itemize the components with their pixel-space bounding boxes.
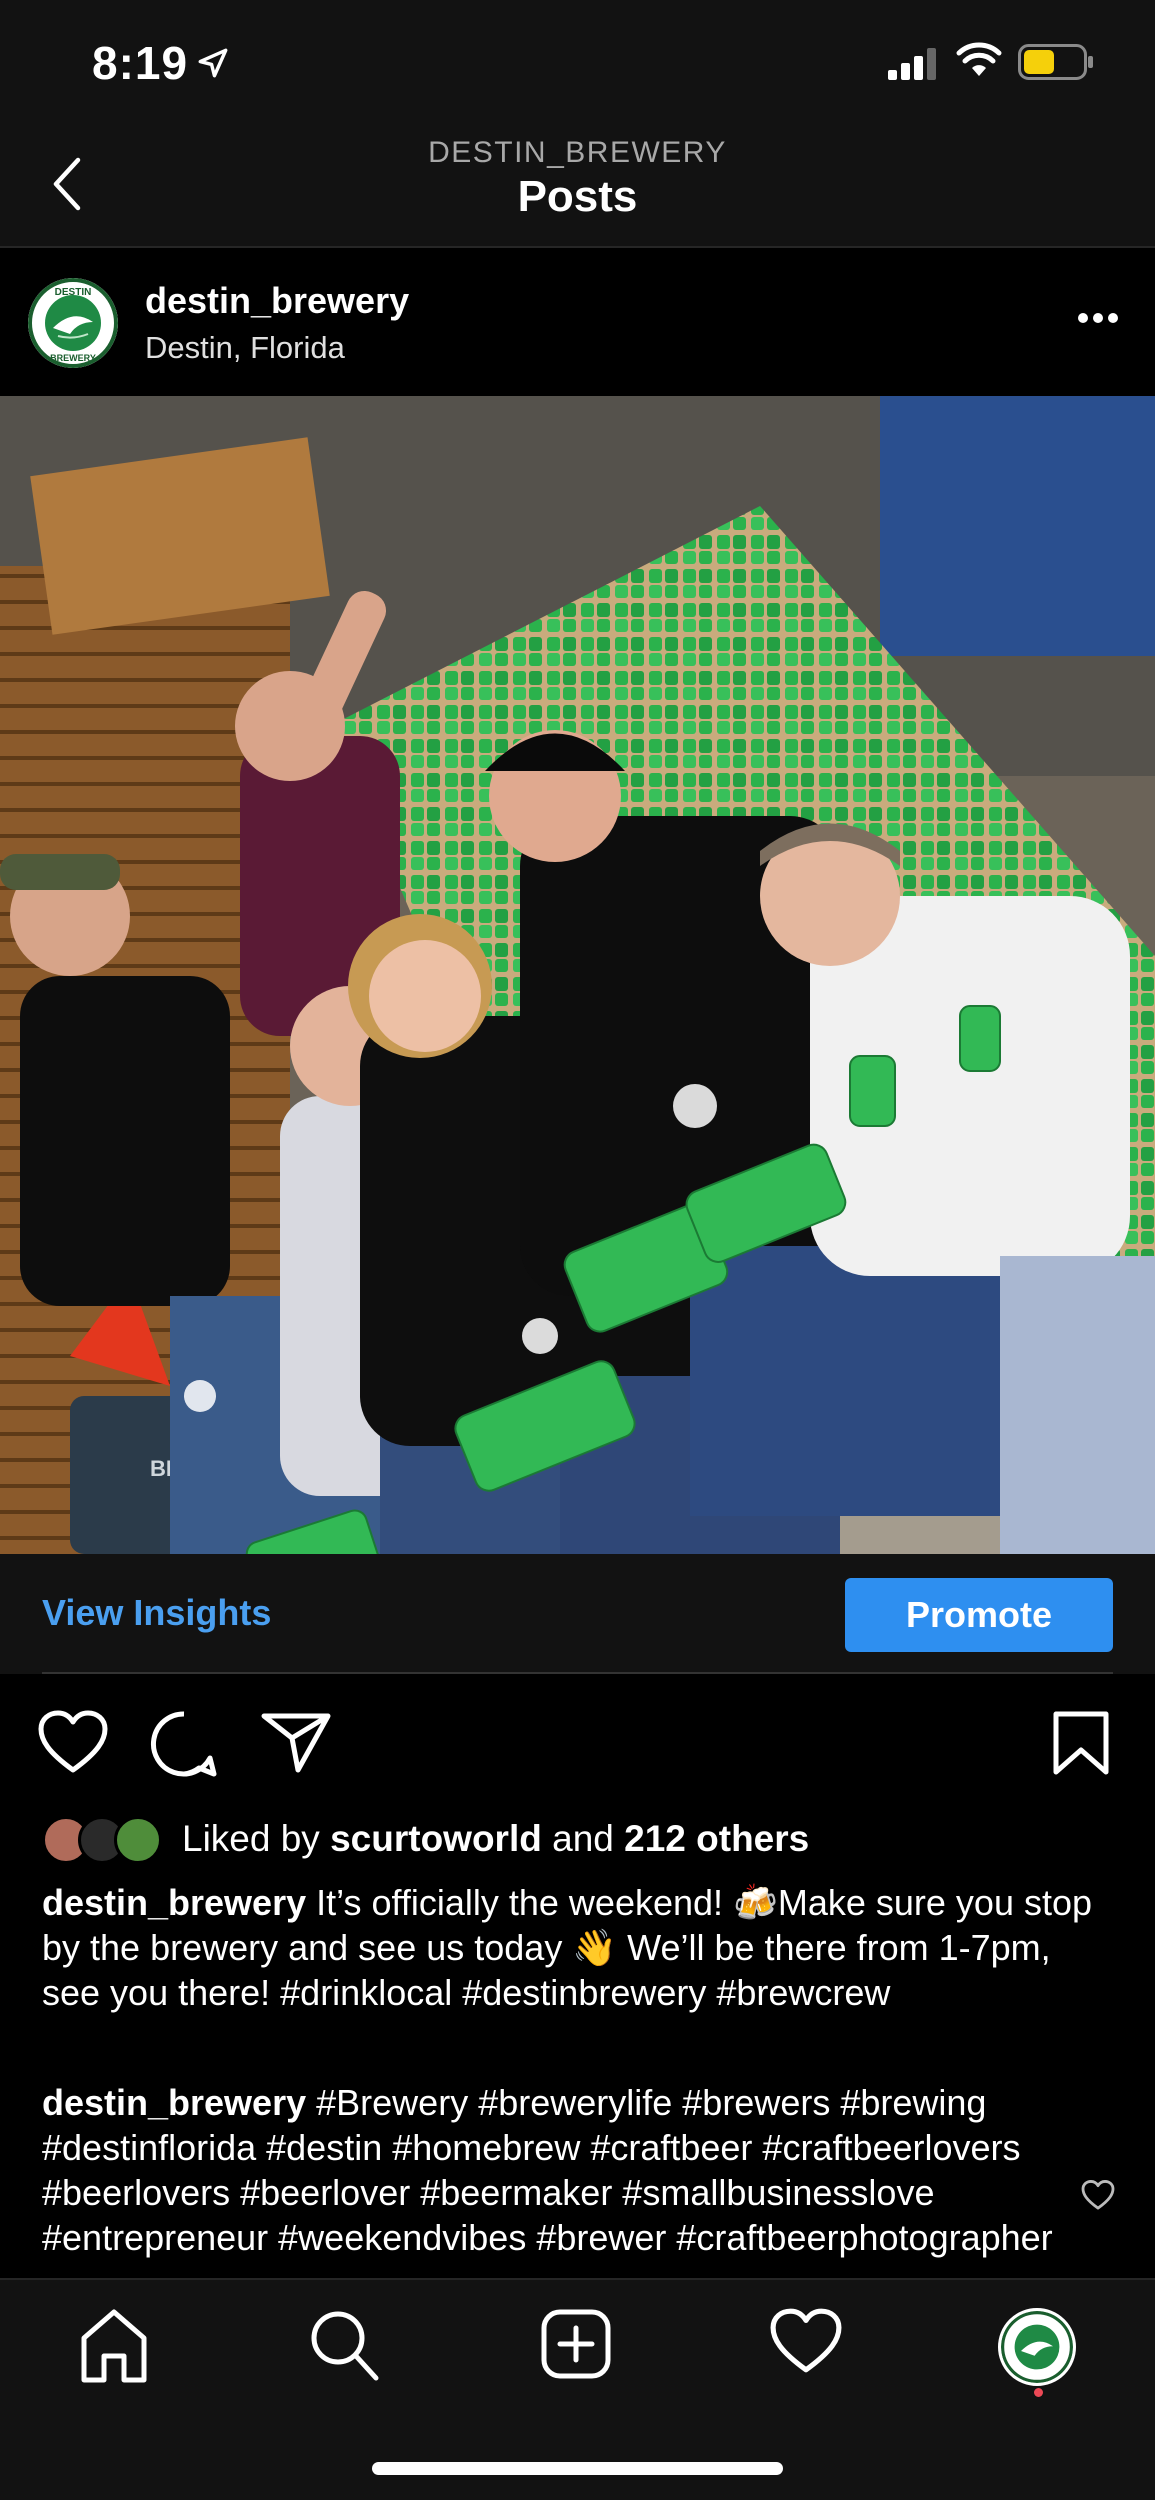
liked-by-middle: and bbox=[552, 1818, 614, 1859]
save-bookmark-icon[interactable] bbox=[1052, 1710, 1110, 1776]
post-username[interactable]: destin_brewery bbox=[145, 280, 409, 322]
logo-text-top: DESTIN bbox=[55, 287, 92, 298]
brewery-logo-icon bbox=[1001, 2311, 1073, 2383]
status-time: 8:19 bbox=[92, 37, 189, 89]
view-insights-link[interactable]: View Insights bbox=[42, 1592, 271, 1634]
comment-item: destin_brewery #Brewery #brewerylife #br… bbox=[42, 2080, 1062, 2260]
comment-username[interactable]: destin_brewery bbox=[42, 2082, 306, 2123]
liker-avatar bbox=[114, 1816, 162, 1864]
post-caption: destin_brewery It’s officially the weeke… bbox=[42, 1880, 1102, 2015]
liked-by-text: Liked by scurtoworld and 212 others bbox=[182, 1818, 809, 1860]
search-icon[interactable] bbox=[308, 2308, 380, 2382]
wifi-icon bbox=[956, 42, 1002, 76]
more-options-icon[interactable] bbox=[1077, 312, 1119, 324]
promote-button[interactable]: Promote bbox=[845, 1578, 1113, 1652]
nav-bar: DESTIN_BREWERY Posts bbox=[0, 120, 1155, 248]
page-title: Posts bbox=[517, 172, 638, 221]
brewery-team-photo: BRUTE bbox=[0, 396, 1155, 1554]
activity-heart-icon[interactable] bbox=[770, 2308, 842, 2374]
status-bar: 8:19 bbox=[0, 0, 1155, 120]
nav-subtitle: DESTIN_BREWERY bbox=[428, 136, 727, 169]
notification-dot bbox=[1034, 2388, 1043, 2397]
brewery-logo-icon: DESTIN BREWERY bbox=[28, 278, 118, 368]
location-arrow-icon bbox=[198, 48, 228, 78]
home-indicator[interactable] bbox=[372, 2462, 783, 2475]
home-icon[interactable] bbox=[78, 2308, 150, 2384]
like-heart-icon[interactable] bbox=[38, 1710, 108, 1774]
new-post-icon[interactable] bbox=[540, 2308, 612, 2380]
comment-bubble-icon[interactable] bbox=[150, 1710, 218, 1778]
liker-avatars bbox=[42, 1816, 166, 1864]
post-photo[interactable]: BRUTE bbox=[0, 396, 1155, 1554]
liked-by-user[interactable]: scurtoworld bbox=[330, 1818, 542, 1859]
profile-avatar[interactable]: DESTIN BREWERY bbox=[28, 278, 118, 368]
share-send-icon[interactable] bbox=[260, 1710, 332, 1774]
caption-username[interactable]: destin_brewery bbox=[42, 1882, 306, 1923]
battery-icon bbox=[1018, 44, 1093, 80]
likes-count[interactable]: 212 others bbox=[624, 1818, 809, 1859]
cellular-signal-icon bbox=[888, 48, 936, 80]
logo-text-bottom: BREWERY bbox=[50, 353, 96, 363]
liked-by-prefix: Liked by bbox=[182, 1818, 320, 1859]
post-header: DESTIN BREWERY destin_brewery Destin, Fl… bbox=[0, 250, 1155, 396]
liked-by-row[interactable]: Liked by scurtoworld and 212 others bbox=[0, 1810, 1155, 1870]
profile-tab-avatar[interactable] bbox=[998, 2308, 1076, 2386]
insights-row: View Insights Promote bbox=[0, 1554, 1155, 1674]
comment-like-icon[interactable] bbox=[1081, 2180, 1115, 2210]
post-actions bbox=[0, 1674, 1155, 1810]
post-location[interactable]: Destin, Florida bbox=[145, 330, 345, 366]
